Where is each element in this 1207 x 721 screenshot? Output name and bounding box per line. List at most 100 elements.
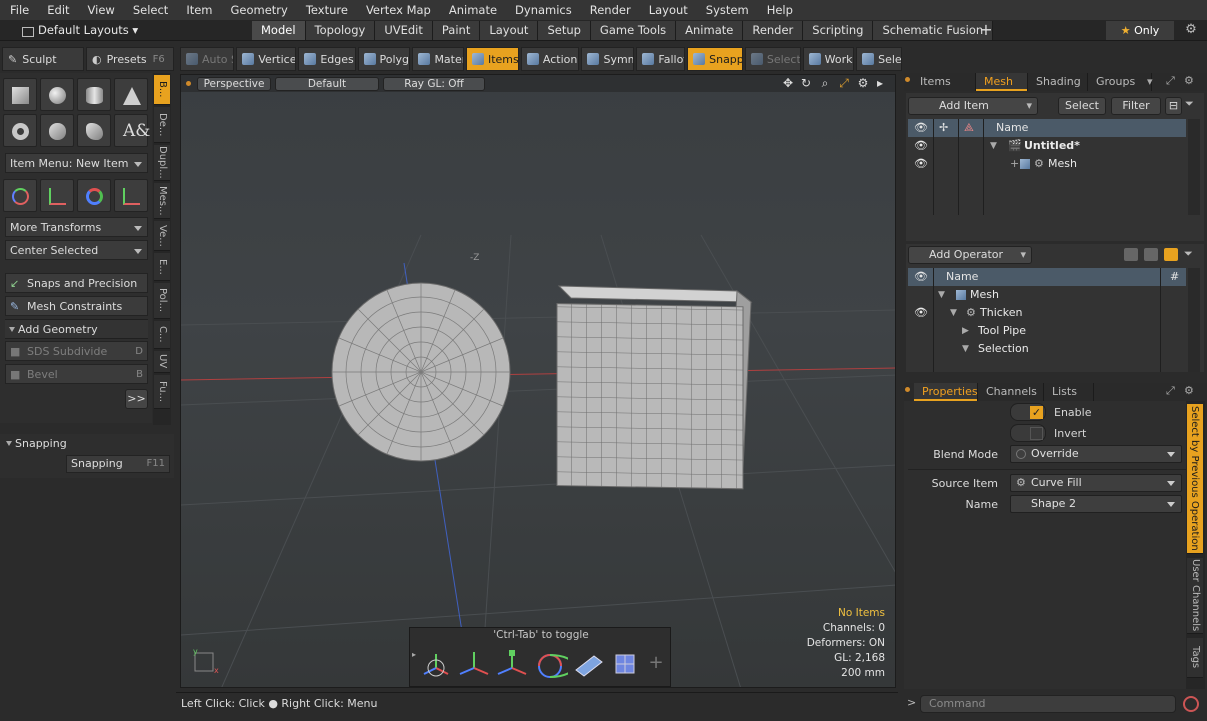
snapping-section-header[interactable]: Snapping — [2, 434, 174, 454]
category-tab-9[interactable]: Fu... — [154, 375, 170, 409]
expand-plus-icon[interactable]: + — [1010, 155, 1019, 173]
list-options-icon[interactable]: ⊟ — [1165, 97, 1182, 115]
tree-row-untitled[interactable]: 👁 ▼ 🎬 Untitled* — [908, 137, 1186, 155]
mesh-constraints-button[interactable]: ✎ Mesh Constraints — [5, 296, 148, 316]
add-item-dropdown[interactable]: Add Item ▾ — [908, 97, 1038, 115]
scale-tool-button[interactable] — [114, 179, 148, 212]
panel-tab-shading[interactable]: Shading — [1028, 73, 1088, 91]
category-tab-0[interactable]: B... — [154, 75, 170, 105]
panel-gear-icon[interactable]: ⚙ — [1184, 384, 1194, 397]
tab-paint[interactable]: Paint — [432, 21, 481, 40]
more-tools-button[interactable]: >> — [125, 389, 148, 409]
sds-subdivide-button[interactable]: ■ SDS Subdivide D — [5, 341, 148, 361]
category-tab-7[interactable]: C... — [154, 321, 170, 349]
visibility-eye-icon[interactable]: 👁 — [914, 304, 928, 322]
visibility-eye-icon[interactable]: 👁 — [914, 155, 928, 173]
toolbar-vertices-button[interactable]: Vertices1 — [236, 47, 297, 71]
side-tab-select-previous[interactable]: Select by Previous Operation — [1187, 404, 1203, 554]
active-view-icon[interactable] — [1164, 248, 1178, 261]
expand-arrow-icon[interactable]: ▶ — [962, 322, 969, 340]
menu-texture[interactable]: Texture — [297, 0, 357, 20]
collapse-icon[interactable] — [1124, 248, 1138, 261]
bevel-button[interactable]: ■ Bevel B — [5, 364, 148, 384]
panel-menu-dot-icon[interactable] — [905, 387, 910, 392]
source-item-dropdown[interactable]: ⚙ Curve Fill — [1010, 474, 1182, 492]
panel-tab-lists[interactable]: Lists — [1044, 383, 1094, 401]
scale-gizmo-icon[interactable] — [494, 648, 530, 680]
menu-system[interactable]: System — [697, 0, 758, 20]
menu-render[interactable]: Render — [581, 0, 640, 20]
pan-icon[interactable]: ✥ — [781, 76, 795, 91]
blend-mode-dropdown[interactable]: Override — [1010, 445, 1182, 463]
panel-expand-icon[interactable]: ▸ — [412, 650, 416, 659]
text-primitive-button[interactable]: A& — [114, 114, 150, 147]
tab-setup[interactable]: Setup — [538, 21, 591, 40]
tab-scripting[interactable]: Scripting — [803, 21, 874, 40]
menu-animate[interactable]: Animate — [440, 0, 506, 20]
toolbar-polygons-button[interactable]: Polygons — [357, 47, 411, 71]
toolbar-action-button[interactable]: Action ... — [520, 47, 580, 71]
op-row-mesh[interactable]: ▼ Mesh — [908, 286, 1186, 304]
tab-game-tools[interactable]: Game Tools — [590, 21, 677, 40]
move-tool-button[interactable] — [3, 179, 37, 212]
panel-tab-properties[interactable]: Properties — [914, 383, 978, 401]
invert-checkbox[interactable] — [1010, 424, 1046, 442]
tree-row-mesh[interactable]: 👁 + ⚙ Mesh — [908, 155, 1186, 173]
list-view-icon[interactable] — [1144, 248, 1158, 261]
orbit-icon[interactable]: ↻ — [799, 76, 813, 91]
category-tab-4[interactable]: Ve... — [154, 221, 170, 251]
cylinder-primitive-button[interactable] — [77, 78, 111, 111]
capsule-primitive-button[interactable] — [40, 114, 74, 147]
panel-menu-dot-icon[interactable] — [905, 77, 910, 82]
sculpt-button[interactable]: ✎ Sculpt — [2, 47, 84, 71]
default-layouts-dropdown[interactable]: Default Layouts ▾ — [16, 21, 138, 40]
tab-layout[interactable]: Layout — [480, 21, 539, 40]
toolbar-items-button[interactable]: Items5 — [465, 47, 519, 71]
add-geometry-section[interactable]: Add Geometry — [5, 319, 148, 339]
op-row-selection[interactable]: ▼ Selection — [908, 340, 1186, 358]
toolbar-falloff-button[interactable]: Falloff — [636, 47, 686, 71]
tab-schematic-fusion[interactable]: Schematic Fusion — [873, 21, 994, 40]
toolbar-work-p-button[interactable]: Work P... — [802, 47, 855, 71]
toolbar-select-button[interactable]: Select ... — [744, 47, 801, 71]
op-row-thicken[interactable]: 👁 ▼ ⚙ Thicken — [908, 304, 1186, 322]
transform-gizmo-icon[interactable] — [418, 648, 454, 680]
snaps-precision-button[interactable]: ↙ Snaps and Precision — [5, 273, 148, 293]
menu-file[interactable]: File — [0, 0, 38, 20]
tab-animate[interactable]: Animate — [676, 21, 744, 40]
filter-funnel-icon[interactable]: ⏷ — [1184, 247, 1193, 261]
category-tab-5[interactable]: E... — [154, 253, 170, 281]
item-select-icon[interactable] — [608, 648, 644, 680]
tab-render[interactable]: Render — [743, 21, 804, 40]
toolbar-selecti-button[interactable]: Selecti... — [856, 47, 902, 71]
viewport-settings-icon[interactable]: ⚙ — [856, 76, 870, 91]
expand-panel-icon[interactable]: ⤢ — [1166, 384, 1175, 398]
menu-view[interactable]: View — [79, 0, 124, 20]
menu-dynamics[interactable]: Dynamics — [506, 0, 581, 20]
menu-layout[interactable]: Layout — [640, 0, 697, 20]
torus-primitive-button[interactable] — [3, 114, 37, 147]
menu-select[interactable]: Select — [124, 0, 177, 20]
category-tab-8[interactable]: UV — [154, 351, 170, 373]
only-toggle[interactable]: ★ Only — [1106, 21, 1174, 40]
visibility-eye-icon[interactable]: 👁 — [914, 137, 928, 155]
category-tab-2[interactable]: Dupl... — [154, 145, 170, 181]
side-tab-user-channels[interactable]: User Channels — [1187, 558, 1203, 634]
more-transforms-dropdown[interactable]: More Transforms — [5, 217, 148, 237]
rotate-gizmo-icon[interactable] — [532, 648, 576, 680]
command-input[interactable]: Command — [920, 695, 1176, 713]
panel-gear-icon[interactable]: ⚙ — [1184, 74, 1194, 87]
ethereal-primitive-button[interactable] — [77, 114, 111, 147]
operator-list-scrollbar[interactable] — [1188, 268, 1200, 372]
tab-uvedit[interactable]: UVEdit — [375, 21, 433, 40]
gear-icon[interactable]: ⚙ — [1182, 22, 1200, 39]
add-operator-dropdown[interactable]: Add Operator ▾ — [908, 246, 1032, 264]
expand-arrow-icon[interactable]: ▸ — [873, 76, 887, 91]
category-tab-3[interactable]: Mes... — [154, 183, 170, 219]
cube-primitive-button[interactable] — [3, 78, 37, 111]
zoom-icon[interactable]: ⌕ — [818, 76, 832, 91]
record-icon[interactable] — [1183, 696, 1199, 712]
enable-checkbox[interactable]: ✓ — [1010, 403, 1046, 421]
perspective-dropdown[interactable]: Perspective — [197, 76, 271, 91]
fit-icon[interactable]: ⤢ — [837, 76, 851, 91]
